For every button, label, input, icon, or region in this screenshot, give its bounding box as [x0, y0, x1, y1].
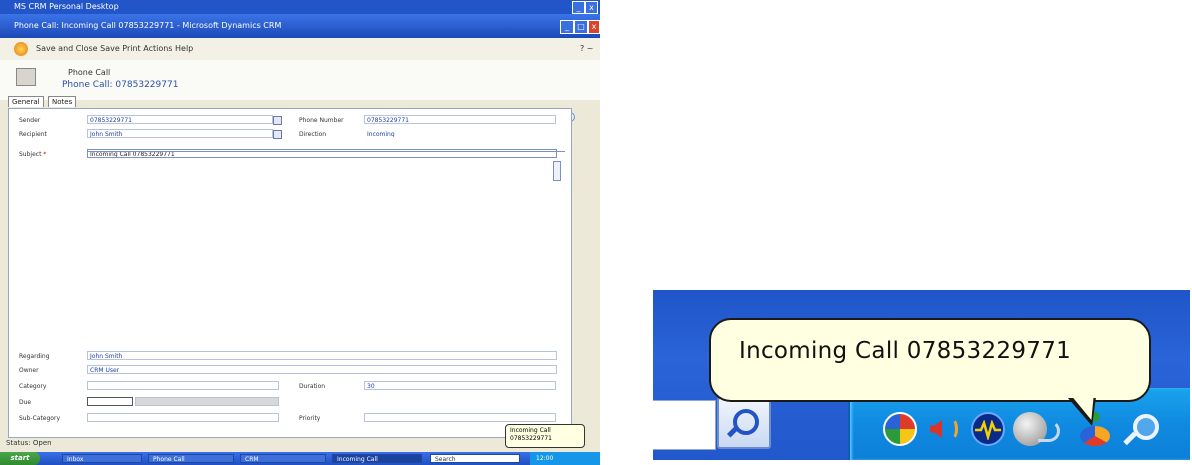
- sender-field[interactable]: 07853229771: [87, 115, 273, 124]
- priority-field[interactable]: [364, 413, 556, 422]
- phone-call-form: Sender 07853229771 Phone Number 07853229…: [8, 108, 572, 438]
- toolbar: Save and Close Save Print Actions Help ?…: [0, 38, 600, 61]
- crm-window: MS CRM Personal Desktop _ x Phone Call: …: [0, 0, 600, 465]
- close-icon[interactable]: x: [585, 1, 598, 14]
- taskbar-small: start Inbox Phone Call CRM Incoming Call…: [0, 452, 600, 465]
- sender-label: Sender: [19, 117, 41, 124]
- duration-label: Duration: [299, 383, 326, 390]
- recipient-field[interactable]: John Smith: [87, 129, 273, 138]
- owner-label: Owner: [19, 367, 39, 374]
- maximize-window-icon[interactable]: □: [574, 20, 588, 34]
- taskbar-search-button[interactable]: [717, 397, 771, 449]
- sender-lookup-icon[interactable]: [273, 116, 282, 125]
- category-field[interactable]: [87, 381, 279, 390]
- direction-label: Direction: [299, 131, 327, 138]
- minimize-window-icon[interactable]: _: [560, 20, 574, 34]
- crm-globe-icon[interactable]: [883, 412, 917, 446]
- speaker-icon[interactable]: [928, 412, 962, 446]
- priority-label: Priority: [299, 415, 321, 422]
- phone-field[interactable]: 07853229771: [364, 115, 556, 124]
- balloon-text: Incoming Call 07853229771: [739, 338, 1072, 364]
- due-date-field[interactable]: [87, 397, 133, 406]
- magnifier-icon[interactable]: [1121, 412, 1159, 446]
- subcategory-field[interactable]: [87, 413, 279, 422]
- tab-general[interactable]: General: [8, 96, 44, 107]
- recipient-label: Recipient: [19, 131, 47, 138]
- pulse-icon[interactable]: [971, 412, 1005, 446]
- taskbar-item[interactable]: Phone Call: [148, 454, 234, 463]
- desktop-title: MS CRM Personal Desktop: [14, 2, 119, 11]
- taskbar-item[interactable]: Incoming Call: [332, 454, 422, 463]
- close-window-icon[interactable]: x: [588, 20, 600, 34]
- record-header: Phone Call Phone Call: 07853229771: [0, 60, 600, 100]
- regarding-label: Regarding: [19, 353, 50, 360]
- start-button[interactable]: start: [0, 452, 40, 465]
- due-label: Due: [19, 399, 32, 406]
- minimize-icon[interactable]: _: [572, 1, 585, 14]
- incoming-call-tooltip-small[interactable]: Incoming Call 07853229771: [505, 424, 585, 448]
- tab-notes[interactable]: Notes: [48, 96, 77, 107]
- tray-small: 12:00: [530, 452, 600, 465]
- record-title: Phone Call: 07853229771: [62, 80, 179, 90]
- help-button[interactable]: ? ~: [580, 38, 594, 60]
- taskbar-item[interactable]: CRM: [240, 454, 326, 463]
- taskbar-item[interactable]: Inbox: [62, 454, 142, 463]
- subject-label: Subject *: [19, 151, 47, 158]
- crm-logo-icon: [14, 42, 28, 56]
- zoomed-taskbar: Incoming Call 07853229771: [653, 290, 1190, 460]
- subcategory-label: Sub-Category: [19, 415, 60, 422]
- category-label: Category: [19, 383, 47, 390]
- direction-field[interactable]: Incoming: [364, 129, 556, 138]
- recipient-lookup-icon[interactable]: [273, 130, 282, 139]
- taskbar-search-box[interactable]: Search: [430, 454, 520, 463]
- due-time-field[interactable]: [135, 397, 279, 406]
- taskbar-search-input[interactable]: [653, 400, 716, 450]
- notes-area[interactable]: [87, 151, 565, 348]
- window-title-bar: Phone Call: Incoming Call 07853229771 - …: [0, 14, 600, 38]
- toolbar-actions[interactable]: Save and Close Save Print Actions Help: [36, 38, 193, 60]
- owner-field[interactable]: CRM User: [87, 365, 557, 374]
- desktop-title-bar: MS CRM Personal Desktop _ x: [0, 0, 600, 14]
- window-title: Phone Call: Incoming Call 07853229771 - …: [14, 21, 282, 30]
- duration-field[interactable]: 30: [364, 381, 556, 390]
- record-type: Phone Call: [68, 68, 111, 77]
- phone-call-icon: [16, 68, 36, 86]
- regarding-field[interactable]: John Smith: [87, 351, 557, 360]
- network-wave-icon: [1038, 420, 1060, 442]
- phone-label: Phone Number: [299, 117, 344, 124]
- notes-scroll-icon[interactable]: [553, 161, 561, 181]
